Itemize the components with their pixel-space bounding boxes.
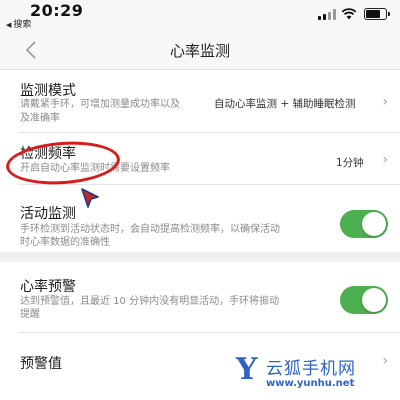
chevron-right-icon: › (382, 152, 388, 168)
toggle-knob (362, 288, 386, 312)
monitor-mode-desc-1: 请戴紧手环，可增加测量成功率以及 (20, 99, 180, 110)
setting-monitor-mode[interactable]: 监测模式 请戴紧手环，可增加测量成功率以及 及准确率 自动心率监测 + 辅助睡眠… (0, 70, 400, 130)
cellular-signal-icon (318, 9, 338, 20)
activity-title: 活动监测 (20, 206, 76, 222)
setting-activity: 活动监测 手环检测到活动状态时，会自动提高检测频率，以确保活动 时心率数据的准确… (0, 185, 400, 252)
alert-toggle[interactable] (340, 286, 388, 314)
alert-desc-1: 达到预警值，且最近 10 分钟内没有明显活动，手环将振动 (20, 296, 280, 307)
monitor-mode-desc-2: 及准确率 (20, 113, 60, 124)
activity-desc-2: 时心率数据的准确性 (20, 237, 110, 248)
status-bar: 20:29 ◀ 搜索 (0, 0, 400, 30)
monitor-mode-title: 监测模式 (20, 83, 76, 99)
activity-toggle[interactable] (340, 210, 388, 238)
frequency-value: 1分钟 (336, 157, 364, 169)
threshold-title: 预警值 (20, 356, 62, 372)
wifi-icon (341, 8, 357, 20)
back-app-label: 搜索 (13, 20, 32, 30)
activity-desc-1: 手环检测到活动状态时，会自动提高检测频率，以确保活动 (20, 224, 280, 235)
nav-bar: 心率监测 (0, 30, 400, 70)
alert-desc-2: 提醒 (20, 309, 40, 320)
monitor-mode-value: 自动心率监测 + 辅助睡眠检测 (214, 98, 356, 110)
clock: 20:29 (30, 1, 84, 20)
battery-icon (364, 8, 390, 20)
back-triangle-icon: ◀ (6, 21, 12, 29)
watermark-url: www.yunhu.net (266, 378, 355, 389)
watermark: Y 云狐手机网 www.yunhu.net (236, 350, 400, 400)
toggle-knob (362, 212, 386, 236)
pointer-cursor-icon (81, 188, 99, 208)
setting-alert: 心率预警 达到预警值，且最近 10 分钟内没有明显活动，手环将振动 提醒 (0, 262, 400, 328)
screen: 20:29 ◀ 搜索 心率监测 监测模式 请戴紧手环，可增加测量成功率以及 及准… (0, 0, 400, 400)
back-to-app-link[interactable]: ◀ 搜索 (6, 17, 31, 30)
battery-level (366, 10, 380, 18)
watermark-logo: Y (236, 352, 258, 387)
alert-title: 心率预警 (20, 279, 76, 295)
watermark-name: 云狐手机网 (266, 359, 356, 379)
chevron-right-icon: › (382, 94, 388, 110)
page-title: 心率监测 (169, 42, 230, 60)
